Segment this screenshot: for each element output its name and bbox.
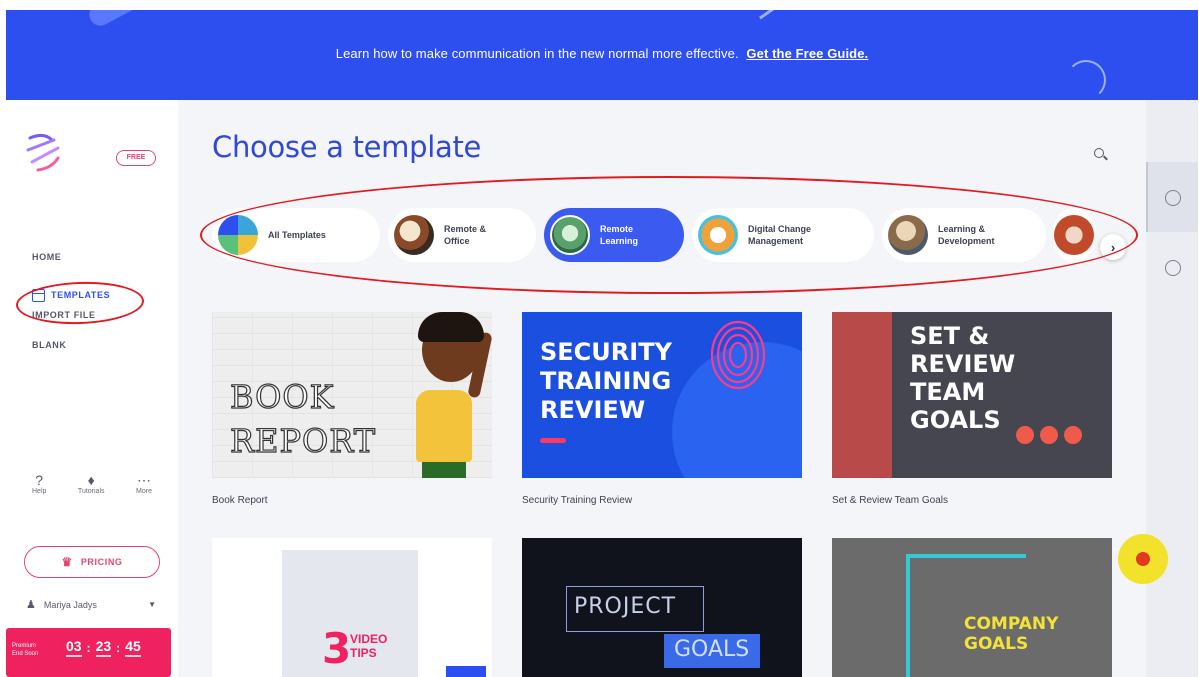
timer-seconds: 45	[125, 638, 141, 657]
crown-icon: ♛	[61, 555, 73, 569]
thumbnail-text: REPORT	[229, 421, 377, 460]
sidebar: FREE HOME TEMPLATES IMPORT FILE BLANK ? …	[6, 100, 178, 677]
sidebar-item-label: BLANK	[32, 340, 67, 350]
template-thumbnail: COMPANY GOALS	[832, 538, 1112, 677]
pricing-button[interactable]: ♛ PRICING	[24, 546, 160, 578]
thumbnail-text: 3	[322, 624, 352, 673]
template-title: Set & Review Team Goals	[832, 495, 948, 506]
chat-icon	[1136, 552, 1150, 566]
template-thumbnail: PROJECT GOALS	[522, 538, 802, 677]
thumbnail-line: VIDEO	[350, 632, 388, 646]
help-icon: ?	[35, 472, 44, 488]
countdown-label: Premium End Soon	[12, 643, 39, 657]
template-card-book-report[interactable]: BOOK REPORT Book Report	[212, 312, 492, 506]
template-card-project-goals[interactable]: PROJECT GOALS	[522, 538, 802, 677]
app-frame: Learn how to make communication in the n…	[6, 10, 1198, 677]
more-icon: ⋯	[137, 472, 151, 488]
more-button[interactable]: ⋯ More	[136, 472, 152, 495]
template-title: Book Report	[212, 495, 268, 506]
template-thumbnail: BOOK REPORT	[212, 312, 492, 478]
timer-hours: 03	[66, 638, 82, 657]
rail-icon-1[interactable]	[1165, 190, 1181, 206]
illustration	[416, 390, 472, 462]
thumbnail-line: REVIEW	[540, 396, 646, 424]
thumbnail-line: TIPS	[350, 646, 377, 660]
banner-decoration	[1066, 60, 1106, 100]
right-rail	[1146, 100, 1198, 677]
user-icon: ♟	[26, 599, 36, 611]
banner-decoration	[85, 10, 167, 30]
template-card-video-tips[interactable]: 3 VIDEO TIPS	[212, 538, 492, 677]
template-thumbnail: SET & REVIEW TEAM GOALS	[832, 312, 1112, 478]
template-thumbnail: SECURITY TRAINING REVIEW	[522, 312, 802, 478]
countdown-timer: 03 : 23 : 45	[66, 638, 141, 657]
help-button[interactable]: ? Help	[32, 472, 46, 495]
thumbnail-line: SET &	[910, 322, 990, 350]
tool-label: More	[136, 488, 152, 495]
thumbnail-text: PROJECT	[574, 594, 677, 619]
decoration	[540, 438, 566, 443]
illustration	[422, 462, 466, 478]
promo-banner: Learn how to make communication in the n…	[6, 10, 1198, 100]
decoration	[446, 666, 486, 677]
template-thumbnail: 3 VIDEO TIPS	[212, 538, 492, 677]
help-chat-button[interactable]	[1118, 534, 1168, 584]
thumbnail-text: SECURITY TRAINING REVIEW	[540, 338, 672, 425]
thumbnail-text: SET & REVIEW TEAM GOALS	[910, 322, 1015, 434]
banner-text: Learn how to make communication in the n…	[6, 46, 1198, 61]
timer-minutes: 23	[95, 638, 112, 657]
template-card-security-training[interactable]: SECURITY TRAINING REVIEW Security Traini…	[522, 312, 802, 506]
user-menu[interactable]: ♟ Mariya Jadys ▼	[26, 598, 162, 611]
thumbnail-line: COMPANY	[964, 614, 1059, 634]
chevron-down-icon: ▼	[148, 600, 156, 609]
sidebar-tools: ? Help ♦ Tutorials ⋯ More	[32, 472, 152, 495]
logo-icon[interactable]	[24, 130, 64, 174]
annotation-circle-categories	[200, 176, 1138, 294]
template-card-team-goals[interactable]: SET & REVIEW TEAM GOALS Set & Review Tea…	[832, 312, 1112, 506]
banner-message: Learn how to make communication in the n…	[335, 46, 739, 61]
tool-label: Tutorials	[77, 488, 105, 495]
sidebar-item-home[interactable]: HOME	[32, 245, 110, 269]
search-icon[interactable]	[1094, 148, 1104, 158]
tutorials-icon: ♦	[87, 472, 95, 488]
page-title: Choose a template	[212, 130, 482, 164]
thumbnail-text: COMPANY GOALS	[964, 614, 1058, 654]
thumbnail-line: TEAM	[910, 378, 986, 406]
sidebar-item-label: HOME	[32, 252, 62, 262]
thumbnail-line: GOALS	[964, 634, 1029, 654]
banner-decoration	[759, 10, 797, 20]
thumbnail-text: VIDEO TIPS	[350, 632, 387, 660]
thumbnail-line: SECURITY	[540, 338, 672, 366]
tutorials-button[interactable]: ♦ Tutorials	[78, 472, 105, 495]
tool-label: Help	[32, 488, 47, 495]
pricing-label: PRICING	[80, 557, 123, 567]
premium-countdown[interactable]: Premium End Soon 03 : 23 : 45	[6, 628, 171, 677]
thumbnail-text: BOOK	[229, 377, 335, 416]
rail-icon-2[interactable]	[1165, 260, 1181, 276]
user-name: Mariya Jadys	[43, 599, 97, 610]
template-gallery: Choose a template All Templates Remote &…	[178, 100, 1146, 677]
plan-badge[interactable]: FREE	[116, 150, 156, 166]
template-card-company-goals[interactable]: COMPANY GOALS	[832, 538, 1112, 677]
banner-guide-link[interactable]: Get the Free Guide.	[746, 46, 868, 61]
template-title: Security Training Review	[522, 495, 633, 506]
thumbnail-line: REVIEW	[910, 350, 1016, 378]
illustration	[418, 312, 484, 342]
decoration	[1016, 426, 1088, 444]
fingerprint-icon	[710, 320, 766, 390]
thumbnail-text: GOALS	[674, 637, 750, 662]
thumbnail-line: TRAINING	[540, 367, 672, 395]
sidebar-item-blank[interactable]: BLANK	[32, 333, 110, 357]
thumbnail-line: GOALS	[910, 406, 1001, 434]
